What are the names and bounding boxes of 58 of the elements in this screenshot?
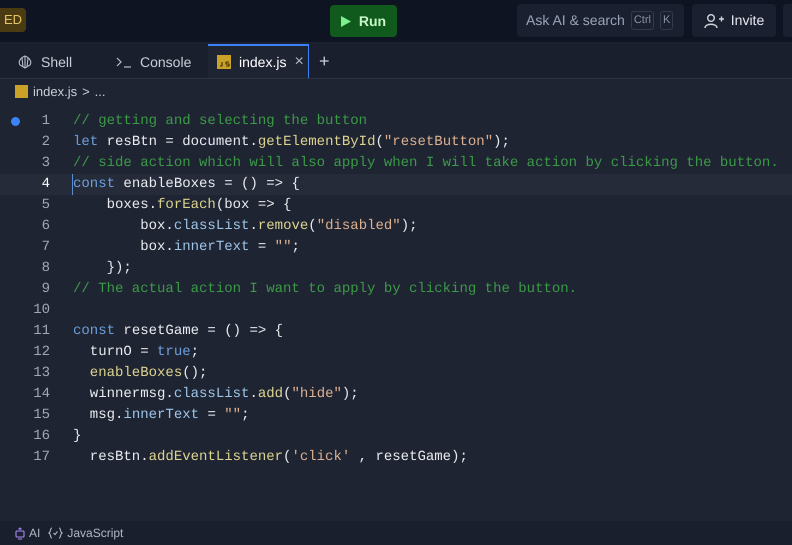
code-line: let resBtn = document.getElementById("resetButton"); bbox=[73, 133, 510, 152]
close-icon[interactable]: × bbox=[294, 50, 304, 74]
run-button[interactable]: Run bbox=[330, 5, 397, 37]
search-field[interactable]: Ask AI & search Ctrl K bbox=[517, 4, 684, 37]
line-number: 1 bbox=[40, 112, 50, 131]
line-number: 17 bbox=[32, 448, 50, 467]
editor-tab[interactable]: Shell bbox=[8, 44, 107, 78]
code-line: box.innerText = ""; bbox=[139, 238, 300, 257]
code-line: // The actual action I want to apply by clicking the button. bbox=[73, 280, 578, 299]
line-number: 2 bbox=[40, 133, 50, 152]
play-icon bbox=[340, 16, 351, 26]
code-line: msg.innerText = ""; bbox=[88, 406, 250, 425]
code-line: // side action which will also apply when I will take action by clicking the button. bbox=[73, 154, 779, 173]
line-number: 14 bbox=[32, 385, 50, 404]
editor-tab[interactable]: index.js × bbox=[208, 44, 309, 78]
status-badge: ED bbox=[0, 8, 26, 32]
new-tab-button[interactable]: + bbox=[309, 44, 340, 78]
code-line: const enableBoxes = () => { bbox=[72, 174, 300, 195]
line-number: 9 bbox=[40, 280, 50, 299]
code-line: boxes.forEach(box => { bbox=[106, 196, 292, 215]
code-line: winnermsg.classList.add("hide"); bbox=[88, 385, 359, 404]
line-number: 12 bbox=[32, 343, 50, 362]
breadcrumb-file[interactable]: index.js bbox=[33, 82, 78, 102]
code-line: } bbox=[73, 427, 82, 446]
code-line: // getting and selecting the button bbox=[73, 112, 368, 131]
code-line: const resetGame = () => { bbox=[73, 322, 284, 341]
line-number: 4 bbox=[40, 175, 50, 194]
line-number: 5 bbox=[40, 196, 50, 215]
line-number: 13 bbox=[32, 364, 50, 383]
language-label[interactable]: JavaScript bbox=[67, 524, 124, 542]
ai-icon bbox=[15, 526, 25, 540]
invite-button[interactable]: Invite bbox=[692, 4, 776, 37]
line-number: 8 bbox=[40, 259, 50, 278]
line-number: 11 bbox=[32, 322, 50, 341]
shortcut-key: Ctrl bbox=[630, 11, 654, 30]
code-line: resBtn.addEventListener('click' , resetGame); bbox=[88, 448, 468, 467]
tab-label: Console bbox=[140, 52, 192, 72]
line-number: 6 bbox=[40, 217, 50, 236]
breadcrumb-item[interactable]: ... bbox=[94, 82, 106, 102]
line-number: 10 bbox=[32, 301, 50, 320]
code-line: turnO = true; bbox=[88, 343, 200, 362]
shell-icon bbox=[17, 55, 33, 69]
tab-label: index.js bbox=[239, 52, 286, 72]
shortcut-key: K bbox=[660, 11, 674, 30]
line-number: 3 bbox=[40, 154, 50, 173]
terminal-icon bbox=[116, 56, 132, 68]
line-number: 16 bbox=[32, 427, 50, 446]
ai-button[interactable]: AI bbox=[29, 524, 40, 542]
tab-label: Shell bbox=[41, 52, 72, 72]
editor-tab[interactable]: Console bbox=[107, 44, 208, 78]
code-line: enableBoxes(); bbox=[88, 364, 208, 383]
code-braces-icon bbox=[48, 527, 64, 539]
line-number: 15 bbox=[32, 406, 50, 425]
add-user-icon bbox=[704, 12, 724, 28]
breadcrumb-separator: > bbox=[82, 82, 90, 101]
line-number: 7 bbox=[40, 238, 50, 257]
code-line: box.classList.remove("disabled"); bbox=[139, 217, 418, 236]
code-line: }); bbox=[106, 259, 132, 278]
